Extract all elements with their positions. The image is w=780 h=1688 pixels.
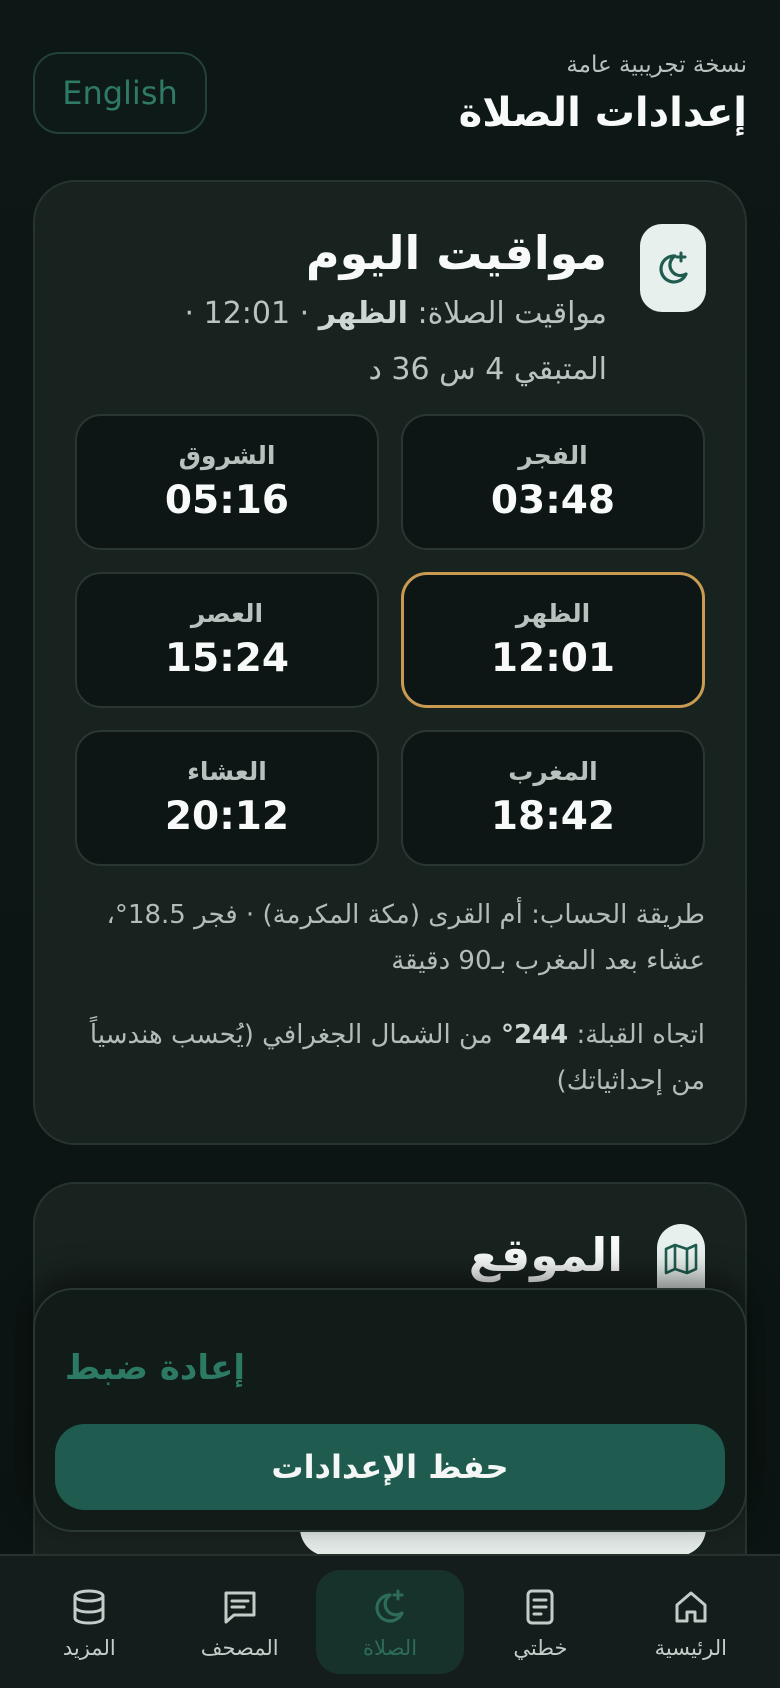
bottom-navigation: الرئيسية خطتي الصلاة المصحف المزيد	[0, 1554, 780, 1688]
prayer-time: 15:24	[164, 636, 290, 681]
next-prayer-prefix: مواقيت الصلاة:	[407, 296, 607, 331]
nav-label: المصحف	[200, 1636, 279, 1660]
next-prayer-line: مواقيت الصلاة: الظهر · 12:01 ·	[185, 296, 607, 331]
nav-item-mushaf[interactable]: المصحف	[166, 1570, 314, 1674]
plan-icon	[520, 1584, 560, 1630]
nav-item-more[interactable]: المزيد	[15, 1570, 163, 1674]
reset-button[interactable]: إعادة ضبط	[65, 1348, 245, 1388]
qibla-direction-text: اتجاه القبلة: 244° من الشمال الجغرافي (ي…	[75, 1012, 705, 1104]
save-settings-button[interactable]: حفظ الإعدادات	[55, 1424, 725, 1510]
nav-label: الصلاة	[363, 1636, 418, 1660]
today-prayer-times-card: مواقيت اليوم مواقيت الصلاة: الظهر · 12:0…	[33, 180, 747, 1145]
map-icon	[657, 1224, 705, 1294]
today-title: مواقيت اليوم	[305, 226, 607, 280]
prayer-cell-fajr: الفجر 03:48	[401, 414, 705, 550]
prayer-cell-dhuhr: الظهر 12:01	[401, 572, 705, 708]
qibla-prefix: اتجاه القبلة:	[568, 1020, 705, 1050]
nav-item-home[interactable]: الرئيسية	[617, 1570, 765, 1674]
nav-item-prayer[interactable]: الصلاة	[316, 1570, 465, 1674]
beta-badge: نسخة تجريبية عامة	[566, 52, 747, 78]
prayer-cell-isha: العشاء 20:12	[75, 730, 379, 866]
qibla-value: 244°	[500, 1020, 569, 1050]
moon-icon	[370, 1584, 410, 1630]
language-toggle-button[interactable]: English	[33, 52, 207, 134]
page-header: نسخة تجريبية عامة إعدادات الصلاة English	[33, 48, 747, 138]
prayer-time: 18:42	[490, 794, 616, 839]
moon-icon	[640, 224, 706, 312]
prayer-name: الشروق	[178, 441, 276, 470]
calculation-method-text: طريقة الحساب: أم القرى (مكة المكرمة) · ف…	[106, 900, 705, 976]
prayer-time: 05:16	[164, 478, 290, 523]
prayer-time: 12:01	[490, 636, 616, 681]
prayer-name: المغرب	[508, 757, 598, 786]
next-prayer-time: · 12:01 ·	[184, 296, 319, 331]
nav-label: الرئيسية	[654, 1636, 727, 1660]
prayer-time: 03:48	[490, 478, 616, 523]
page-title: إعدادات الصلاة	[458, 90, 747, 136]
more-icon	[69, 1584, 109, 1630]
prayer-name: الظهر	[515, 599, 591, 628]
next-prayer-name: الظهر	[318, 296, 408, 331]
settings-action-sheet: إعادة ضبط حفظ الإعدادات	[33, 1288, 747, 1532]
nav-label: خطتي	[513, 1636, 568, 1660]
prayer-name: العشاء	[187, 757, 267, 786]
prayer-times-grid: الفجر 03:48 الشروق 05:16 الظهر 12:01 الع…	[75, 414, 705, 866]
prayer-name: الفجر	[518, 441, 588, 470]
mushaf-icon	[220, 1584, 260, 1630]
location-title: الموقع	[468, 1228, 623, 1282]
home-icon	[671, 1584, 711, 1630]
prayer-cell-maghrib: المغرب 18:42	[401, 730, 705, 866]
prayer-cell-asr: العصر 15:24	[75, 572, 379, 708]
nav-item-plan[interactable]: خطتي	[466, 1570, 614, 1674]
prayer-cell-sunrise: الشروق 05:16	[75, 414, 379, 550]
prayer-time: 20:12	[164, 794, 290, 839]
prayer-name: العصر	[190, 599, 264, 628]
remaining-time: المتبقي 4 س 36 د	[368, 352, 607, 387]
nav-label: المزيد	[62, 1636, 116, 1660]
